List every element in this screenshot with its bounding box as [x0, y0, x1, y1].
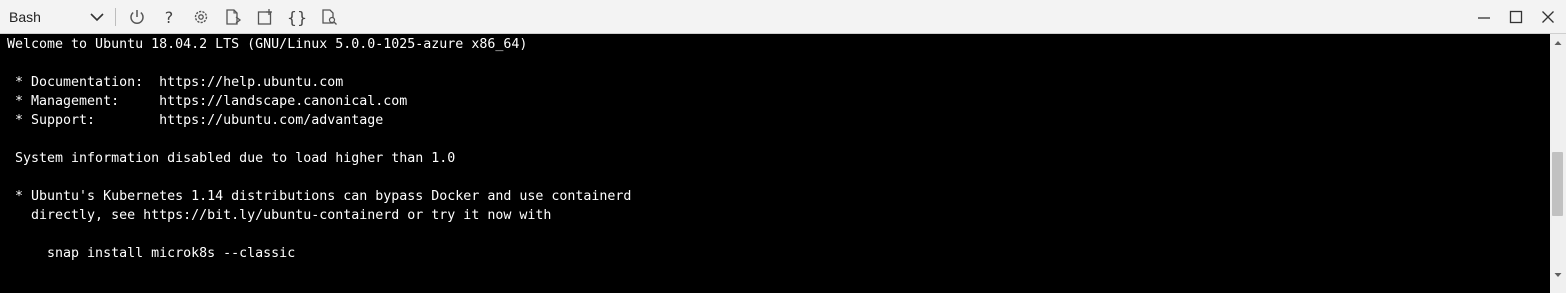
terminal-line: snap install microk8s --classic [7, 246, 296, 261]
scroll-up-arrow-icon[interactable] [1554, 39, 1562, 47]
terminal-line: * Support: https://ubuntu.com/advantage [7, 113, 384, 128]
terminal-line: * Management: https://landscape.canonica… [7, 94, 408, 109]
terminal-output[interactable]: Welcome to Ubuntu 18.04.2 LTS (GNU/Linux… [0, 34, 1550, 293]
minimize-button[interactable] [1473, 6, 1495, 28]
new-session-icon [257, 9, 272, 25]
close-icon [1542, 11, 1554, 23]
web-preview-button[interactable] [318, 6, 340, 28]
terminal-line: directly, see https://bit.ly/ubuntu-cont… [7, 208, 552, 223]
shell-type-dropdown[interactable]: Bash [0, 3, 110, 31]
toolbar-divider [115, 8, 116, 26]
terminal-scrollbar[interactable] [1550, 34, 1566, 293]
chevron-down-icon [90, 13, 104, 22]
upload-download-icon [226, 9, 242, 25]
editor-icon: {} [286, 7, 308, 27]
cloud-shell-toolbar: Bash ? {} [0, 0, 1566, 34]
settings-button[interactable] [190, 6, 212, 28]
upload-download-button[interactable] [222, 6, 244, 28]
terminal-line: Welcome to Ubuntu 18.04.2 LTS (GNU/Linux… [7, 37, 528, 52]
restart-icon [130, 10, 144, 24]
maximize-button[interactable] [1505, 6, 1527, 28]
editor-button[interactable]: {} [286, 6, 308, 28]
new-session-button[interactable] [254, 6, 276, 28]
terminal-line: * Documentation: https://help.ubuntu.com [7, 75, 344, 90]
settings-icon [194, 10, 208, 24]
shell-type-label: Bash [9, 9, 41, 25]
restart-button[interactable] [126, 6, 148, 28]
close-button[interactable] [1537, 6, 1559, 28]
terminal-line: System information disabled due to load … [7, 151, 456, 166]
minimize-icon [1478, 17, 1490, 19]
help-button[interactable]: ? [158, 6, 180, 28]
scroll-down-arrow-icon[interactable] [1554, 271, 1562, 279]
terminal-line: * Ubuntu's Kubernetes 1.14 distributions… [7, 189, 632, 204]
scrollbar-thumb[interactable] [1552, 152, 1563, 216]
web-preview-icon [322, 9, 337, 25]
maximize-icon [1509, 10, 1523, 24]
help-icon: ? [164, 7, 174, 27]
